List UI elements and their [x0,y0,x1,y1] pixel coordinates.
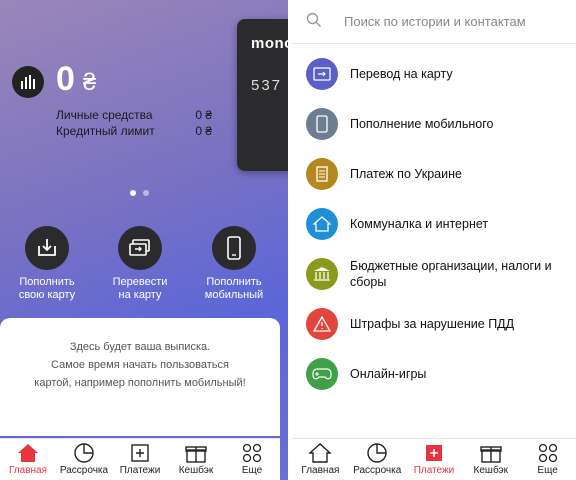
bottom-tab-bar: Главная Рассрочка Платежи Кешбэк Еще [0,438,280,480]
pie-chart-icon [366,441,388,465]
card-number: 537 [251,77,283,94]
payment-item-label: Платеж по Украине [350,167,462,181]
tab-label: Главная [8,465,48,476]
statement-empty-text: Здесь будет ваша выписка. Самое время на… [34,341,246,389]
phone-icon [212,226,256,270]
pager-dot [143,190,149,196]
own-funds-value: 0 ₴ [195,108,212,122]
payments-icon [130,441,150,465]
pie-chart-icon [73,441,95,465]
payment-item-label: Пополнение мобильного [350,117,494,131]
tab-payments[interactable]: Платежи [112,439,168,480]
home-icon [309,441,332,465]
balance-amount: 0 [56,60,75,98]
payments-screen: Поиск по истории и контактам Перевод на … [292,0,576,480]
document-icon [306,158,338,190]
search-bar[interactable]: Поиск по истории и контактам [292,0,576,44]
payment-item-utilities[interactable]: Коммуналка и интернет [292,202,576,246]
tab-cashback[interactable]: Кешбэк [168,439,224,480]
analytics-icon[interactable] [12,66,44,98]
tab-installments[interactable]: Рассрочка [56,439,112,480]
action-label: Перевести на карту [112,276,168,301]
credit-limit-value: 0 ₴ [195,124,212,138]
phone-icon [306,108,338,140]
payment-item-label: Онлайн-игры [350,367,427,381]
download-icon [25,226,69,270]
payment-item-mobile[interactable]: Пополнение мобильного [292,102,576,146]
gamepad-icon [306,358,338,390]
card-transfer-icon [118,226,162,270]
tab-home[interactable]: Главная [292,439,349,480]
own-funds-label: Личные средства [56,108,153,122]
house-icon [306,208,338,240]
payment-item-label: Штрафы за нарушение ПДД [350,317,515,331]
card-transfer-icon [306,58,338,90]
home-icon [17,441,39,465]
payment-item-label: Коммуналка и интернет [350,217,489,231]
action-label: Пополнить свою карту [18,276,76,301]
tab-label: Кешбэк [473,465,509,476]
bottom-tab-bar: Главная Рассрочка Платежи Кешбэк Еще [292,438,576,480]
tab-label: Платежи [119,465,161,476]
statement-panel: Здесь будет ваша выписка. Самое время на… [0,318,280,436]
tab-label: Еще [241,465,263,476]
tab-home[interactable]: Главная [0,439,56,480]
transfer-to-card-button[interactable]: Перевести на карту [100,226,180,302]
top-up-own-card-button[interactable]: Пополнить свою карту [7,226,87,302]
payment-item-fines[interactable]: Штрафы за нарушение ПДД [292,302,576,346]
gift-icon [480,441,502,465]
tab-more[interactable]: Еще [224,439,280,480]
tab-label: Рассрочка [353,465,402,476]
action-label: Пополнить мобильный [204,276,264,301]
credit-limit-label: Кредитный лимит [56,124,155,138]
tab-label: Еще [537,465,558,476]
balance: 0 ₴ [56,60,96,99]
tab-label: Кешбэк [178,465,214,476]
payment-item-label: Бюджетные организации, налоги и сборы [350,259,552,289]
card-brand: mono [251,35,288,52]
payments-icon [424,441,444,465]
bank-card[interactable]: mono 537 [237,19,288,171]
screenshot-root: mono 537 0₴ Личные средства 0 ₴ Кредитны… [0,0,576,480]
more-icon [241,441,263,465]
balance-currency: ₴ [82,69,97,96]
payment-item-ukraine[interactable]: Платеж по Украине [292,152,576,196]
gift-icon [185,441,207,465]
more-icon [537,441,559,465]
search-icon [306,12,322,33]
tab-payments[interactable]: Платежи [406,439,463,480]
pager-dots [130,190,149,196]
tab-label: Главная [301,465,340,476]
tab-cashback[interactable]: Кешбэк [462,439,519,480]
payment-item-taxes[interactable]: Бюджетные организации, налоги и сборы [292,252,576,296]
pager-dot-active [130,190,136,196]
own-funds-row: Личные средства 0 ₴ [56,108,212,122]
government-icon [306,258,338,290]
tab-installments[interactable]: Рассрочка [349,439,406,480]
top-up-mobile-button[interactable]: Пополнить мобильный [194,226,274,302]
search-input[interactable]: Поиск по истории и контактам [344,14,526,29]
credit-limit-row: Кредитный лимит 0 ₴ [56,124,212,138]
tab-more[interactable]: Еще [519,439,576,480]
payment-item-games[interactable]: Онлайн-игры [292,352,576,396]
warning-icon [306,308,338,340]
payment-item-card-transfer[interactable]: Перевод на карту [292,52,576,96]
payment-item-label: Перевод на карту [350,67,453,81]
home-screen: mono 537 0₴ Личные средства 0 ₴ Кредитны… [0,0,288,480]
tab-label: Рассрочка [59,465,109,476]
tab-label: Платежи [413,465,455,476]
